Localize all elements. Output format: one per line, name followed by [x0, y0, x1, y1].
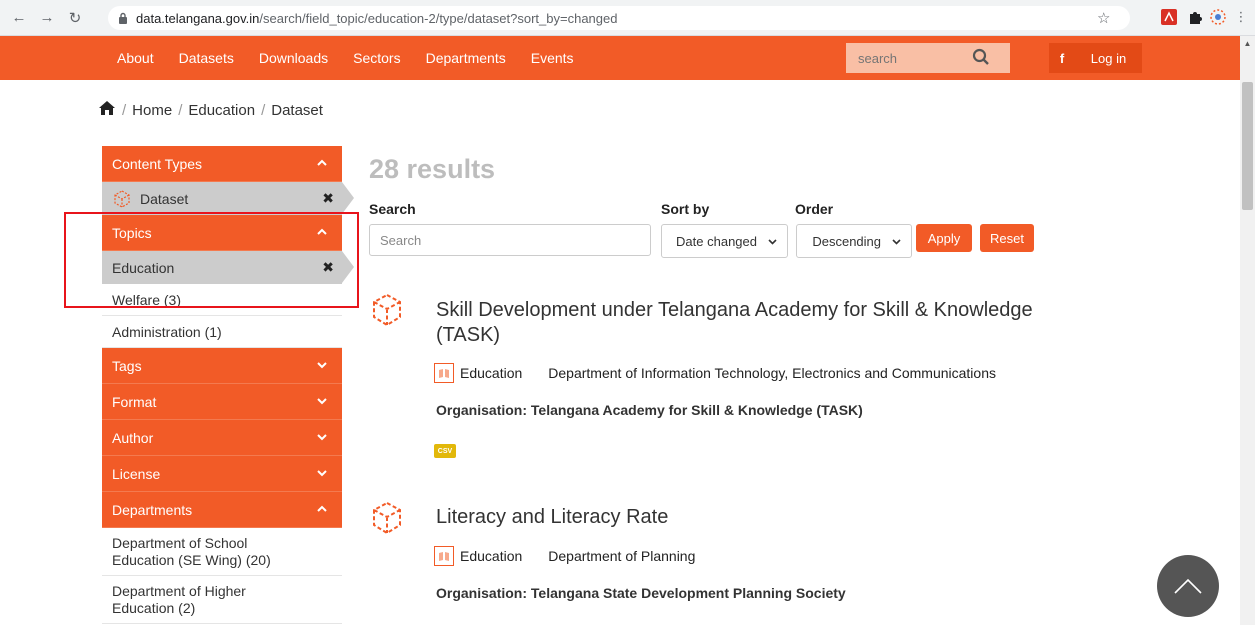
facet-dept-school-line2: Education (SE Wing) (20)	[112, 551, 271, 568]
sortby-value: Date changed	[676, 233, 757, 249]
sortby-label: Sort by	[661, 201, 710, 217]
browser-toolbar: ← → ↻ data.telangana.gov.in/search/field…	[0, 0, 1255, 36]
order-value: Descending	[812, 233, 881, 249]
facet-license-label: License	[112, 465, 161, 482]
dataset-cube-icon	[373, 501, 401, 535]
menu-sectors[interactable]: Sectors	[353, 50, 400, 66]
breadcrumb-home[interactable]: Home	[132, 102, 172, 119]
dataset-topic[interactable]: Education	[460, 365, 522, 381]
facet-dept-higher-line2: Education (2)	[112, 599, 196, 616]
facet-dataset-label: Dataset	[140, 190, 189, 207]
book-icon	[434, 363, 454, 383]
pdf-extension-icon[interactable]	[1160, 8, 1178, 26]
facet-author-label: Author	[112, 429, 154, 446]
facet-dept-school-education[interactable]: Department of School Education (SE Wing)…	[102, 528, 342, 576]
order-select[interactable]: Descending	[796, 224, 912, 258]
facet-tags-header[interactable]: Tags	[102, 348, 342, 384]
dataset-title[interactable]: Literacy and Literacy Rate	[436, 505, 1126, 530]
chevron-down-icon	[768, 239, 777, 245]
facet-author-header[interactable]: Author	[102, 420, 342, 456]
facet-dept-higher-line1: Department of Higher	[112, 582, 246, 599]
dataset-meta: Education Department of Information Tech…	[434, 363, 996, 383]
lock-icon	[118, 12, 128, 24]
forward-icon[interactable]: →	[36, 7, 58, 29]
chevron-up-icon	[1174, 578, 1202, 594]
facet-license-header[interactable]: License	[102, 456, 342, 492]
back-to-top-button[interactable]	[1157, 555, 1219, 617]
extensions-puzzle-icon[interactable]	[1186, 8, 1204, 26]
login-button[interactable]: Log in	[1075, 43, 1142, 73]
sortby-select[interactable]: Date changed	[661, 224, 788, 258]
dataset-meta: Education Department of Planning	[434, 546, 695, 566]
scroll-up-arrow-icon[interactable]: ▲	[1240, 36, 1255, 51]
chevron-down-icon	[317, 434, 327, 441]
header-search	[846, 43, 1010, 73]
facet-dataset-active[interactable]: Dataset ✖	[102, 182, 354, 215]
menu-events[interactable]: Events	[531, 50, 574, 66]
chevron-down-icon	[892, 239, 901, 245]
reload-icon[interactable]: ↻	[64, 7, 86, 29]
book-icon	[434, 546, 454, 566]
facet-format-header[interactable]: Format	[102, 384, 342, 420]
home-icon[interactable]	[98, 100, 116, 120]
dataset-organisation: Organisation: Telangana State Developmen…	[436, 585, 846, 601]
search-icon[interactable]	[972, 48, 990, 71]
facet-dept-school-line1: Department of School	[112, 534, 248, 551]
dataset-organisation: Organisation: Telangana Academy for Skil…	[436, 402, 863, 418]
back-icon[interactable]: ←	[8, 7, 30, 29]
menu-datasets[interactable]: Datasets	[179, 50, 234, 66]
remove-filter-icon[interactable]: ✖	[322, 190, 334, 207]
facet-content-types-label: Content Types	[112, 155, 203, 172]
chevron-up-icon	[317, 505, 327, 512]
chevron-down-icon	[317, 362, 327, 369]
breadcrumb: / Home / Education / Dataset	[98, 100, 323, 120]
apply-button[interactable]: Apply	[916, 224, 972, 252]
chevron-down-icon	[317, 470, 327, 477]
menu-departments[interactable]: Departments	[426, 50, 506, 66]
reset-button[interactable]: Reset	[980, 224, 1034, 252]
csv-format-badge[interactable]: CSV	[434, 444, 456, 458]
menu-downloads[interactable]: Downloads	[259, 50, 328, 66]
breadcrumb-dataset: Dataset	[271, 101, 323, 119]
facebook-button[interactable]: f	[1049, 43, 1075, 73]
facet-dept-higher-education[interactable]: Department of Higher Education (2)	[102, 576, 342, 624]
site-header: About Datasets Downloads Sectors Departm…	[0, 36, 1240, 80]
facet-departments-header[interactable]: Departments	[102, 492, 342, 528]
url-host: data.telangana.gov.in	[136, 10, 260, 26]
address-bar[interactable]: data.telangana.gov.in/search/field_topic…	[108, 6, 1130, 30]
facet-tags-label: Tags	[112, 357, 142, 374]
dataset-topic[interactable]: Education	[460, 548, 522, 564]
highlight-annotation-box	[64, 212, 359, 308]
facet-content-types-header[interactable]: Content Types	[102, 146, 342, 182]
scrollbar-thumb[interactable]	[1242, 82, 1253, 210]
dataset-title-line2: (TASK)	[436, 324, 501, 346]
browser-menu-icon[interactable]: ⋮	[1232, 8, 1250, 26]
dataset-title-line1: Skill Development under Telangana Academ…	[436, 299, 1033, 321]
breadcrumb-education[interactable]: Education	[188, 102, 255, 119]
dataset-search-input[interactable]: Search	[369, 224, 651, 256]
order-label: Order	[795, 201, 834, 217]
dataset-title[interactable]: Skill Development under Telangana Academ…	[436, 298, 1126, 348]
search-label: Search	[369, 201, 416, 217]
dataset-cube-icon	[114, 189, 130, 208]
facet-departments-label: Departments	[112, 501, 193, 518]
results-count: 28 results	[369, 154, 496, 184]
url-path: /search/field_topic/education-2/type/dat…	[259, 10, 618, 26]
bookmark-star-icon[interactable]: ☆	[1097, 9, 1110, 27]
dataset-cube-icon	[373, 293, 401, 327]
dataset-department[interactable]: Department of Information Technology, El…	[548, 365, 996, 381]
chevron-down-icon	[317, 398, 327, 405]
facet-format-label: Format	[112, 393, 157, 410]
facet-administration[interactable]: Administration (1)	[102, 316, 342, 348]
header-search-input[interactable]	[846, 44, 966, 72]
main-menu: About Datasets Downloads Sectors Departm…	[117, 36, 599, 80]
dataset-department[interactable]: Department of Planning	[548, 548, 695, 564]
menu-about[interactable]: About	[117, 50, 154, 66]
chevron-up-icon	[317, 159, 327, 166]
profile-avatar-icon[interactable]	[1209, 8, 1227, 26]
